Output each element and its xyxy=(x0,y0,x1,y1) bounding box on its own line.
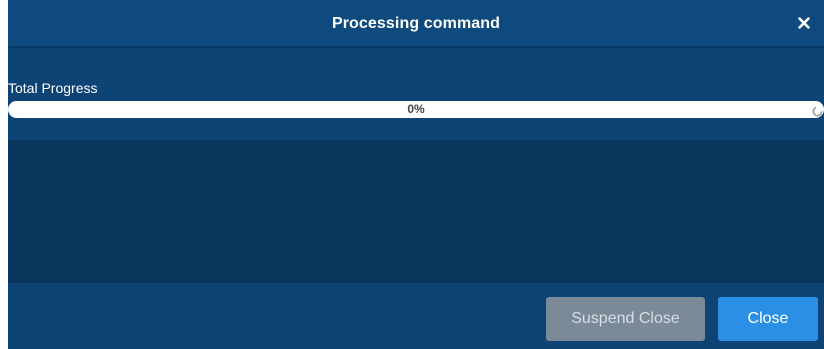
dialog-title: Processing command xyxy=(331,15,501,32)
spinner-icon xyxy=(812,104,823,117)
dialog-footer: Suspend Close Close xyxy=(8,283,824,349)
progress-percent: 0% xyxy=(407,102,425,116)
close-icon[interactable] xyxy=(796,15,812,31)
processing-dialog: Processing command Total Progress 0% Sus… xyxy=(8,0,824,349)
close-button[interactable]: Close xyxy=(718,297,818,341)
dialog-titlebar: Processing command xyxy=(8,0,824,48)
command-output-area xyxy=(8,140,824,283)
progress-label: Total Progress xyxy=(8,80,98,96)
suspend-close-button[interactable]: Suspend Close xyxy=(546,297,705,341)
progress-bar: 0% xyxy=(8,101,824,118)
